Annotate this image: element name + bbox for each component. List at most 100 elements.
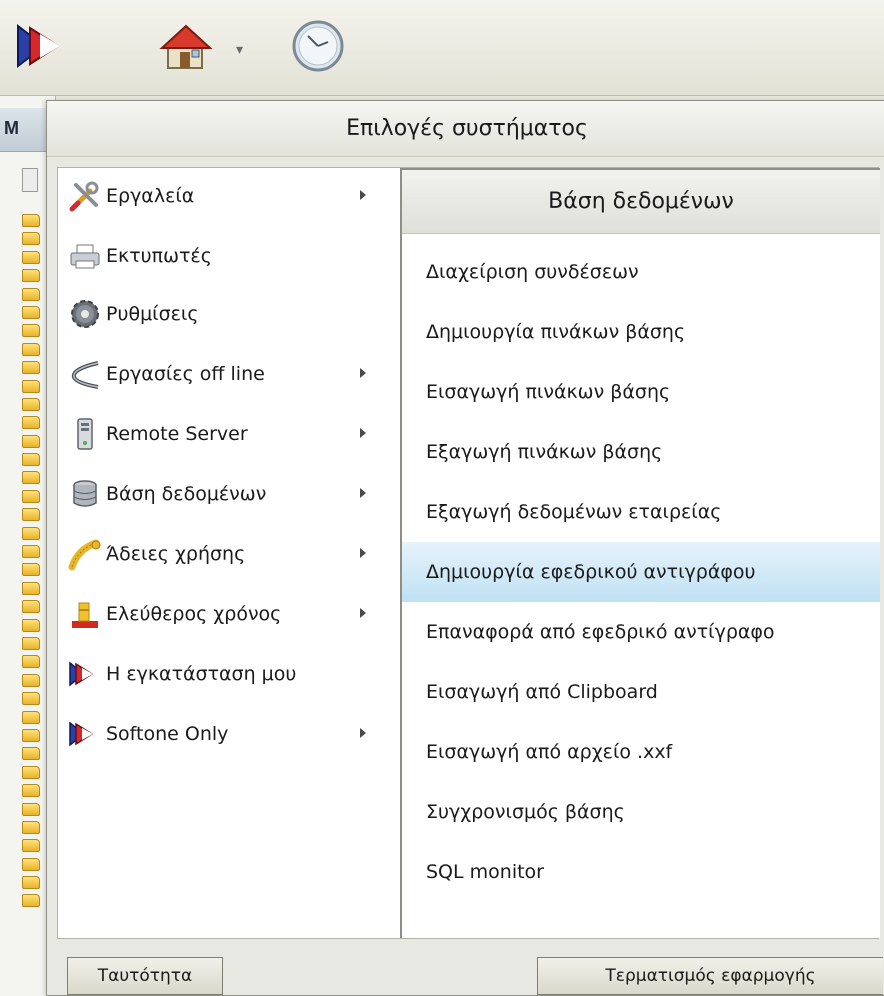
- server-icon: [68, 417, 102, 451]
- document-icon: [22, 168, 38, 192]
- folder-icon[interactable]: [22, 673, 40, 687]
- folder-icon[interactable]: [22, 214, 40, 227]
- menu-item-label: Ρυθμίσεις: [106, 303, 199, 325]
- folder-icon[interactable]: [22, 784, 40, 798]
- folder-icon[interactable]: [22, 453, 40, 467]
- menu-item-label: Εκτυπωτές: [106, 245, 212, 267]
- folder-icon[interactable]: [22, 765, 40, 779]
- menu-item-free-time[interactable]: Ελεύθερος χρόνος: [68, 586, 398, 642]
- folder-icon[interactable]: [22, 636, 40, 650]
- submenu-item-import-tables[interactable]: Εισαγωγή πινάκων βάσης: [402, 362, 880, 422]
- submenu-item-sync-database[interactable]: Συγχρονισμός βάσης: [402, 782, 880, 842]
- menu-item-licenses[interactable]: Άδειες χρήσης: [68, 526, 398, 582]
- folder-icon[interactable]: [22, 820, 40, 834]
- folder-icon[interactable]: [22, 728, 40, 742]
- folder-icon[interactable]: [22, 802, 40, 816]
- submenu-item-create-backup[interactable]: Δημιουργία εφεδρικού αντιγράφου: [402, 542, 880, 602]
- submenu-item-export-company-data[interactable]: Εξαγωγή δεδομένων εταιρείας: [402, 482, 880, 542]
- menu-item-printers[interactable]: Εκτυπωτές: [68, 228, 398, 284]
- app-window: ▾ M Επιλογές συστήματος Εργαλεία Εκτυπωτ…: [0, 0, 884, 996]
- folder-icon[interactable]: [22, 434, 40, 448]
- folder-icon[interactable]: [22, 563, 40, 577]
- menu-item-label: Εργασίες off line: [106, 363, 265, 385]
- softone-logo-icon: [68, 717, 102, 751]
- database-submenu: Βάση δεδομένων Διαχείριση συνδέσεων Δημι…: [400, 168, 880, 938]
- menu-item-label: Η εγκατάσταση μου: [106, 663, 297, 685]
- submenu-item-manage-connections[interactable]: Διαχείριση συνδέσεων: [402, 242, 880, 302]
- submenu-item-create-tables[interactable]: Δημιουργία πινάκων βάσης: [402, 302, 880, 362]
- tools-icon: [68, 179, 102, 213]
- submenu-item-restore-backup[interactable]: Επαναφορά από εφεδρικό αντίγραφο: [402, 602, 880, 662]
- menu-item-tools[interactable]: Εργαλεία: [68, 168, 398, 224]
- folder-icon[interactable]: [22, 361, 40, 375]
- left-panel-header-label: M: [4, 118, 19, 138]
- menu-item-label: Ελεύθερος χρόνος: [106, 603, 282, 625]
- folder-icon[interactable]: [22, 232, 40, 246]
- menu-item-label: Softone Only: [106, 723, 229, 745]
- exit-application-button[interactable]: Τερματισμός εφαρμογής: [537, 957, 883, 995]
- folder-icon[interactable]: [22, 857, 40, 871]
- popup-title: Επιλογές συστήματος: [47, 101, 884, 157]
- submenu-item-sql-monitor[interactable]: SQL monitor: [402, 842, 880, 902]
- menu-item-label: Βάση δεδομένων: [106, 483, 267, 505]
- folder-icon[interactable]: [22, 692, 40, 706]
- submenu-arrow-icon: [360, 190, 366, 200]
- menu-item-remote-server[interactable]: Remote Server: [68, 406, 398, 462]
- dropdown-chevron-icon[interactable]: ▾: [236, 42, 243, 58]
- softone-logo-icon: [68, 657, 102, 691]
- gear-icon: [68, 297, 102, 331]
- folder-icon[interactable]: [22, 379, 40, 393]
- folder-icon[interactable]: [22, 416, 40, 430]
- folder-icon[interactable]: [22, 526, 40, 540]
- folder-icon[interactable]: [22, 894, 40, 908]
- offline-cable-icon: [68, 357, 102, 391]
- license-tape-icon: [68, 537, 102, 571]
- submenu-arrow-icon: [360, 488, 366, 498]
- menu-item-softone-only[interactable]: Softone Only: [68, 706, 398, 762]
- submenu-title: Βάση δεδομένων: [402, 170, 880, 234]
- home-icon[interactable]: [154, 14, 218, 78]
- menu-item-label: Άδειες χρήσης: [106, 543, 246, 565]
- printer-icon: [68, 239, 102, 273]
- folder-icon[interactable]: [22, 600, 40, 614]
- folder-icon[interactable]: [22, 471, 40, 485]
- softone-logo-icon[interactable]: [14, 14, 78, 78]
- menu-item-settings[interactable]: Ρυθμίσεις: [68, 286, 398, 342]
- submenu-item-import-xxf[interactable]: Εισαγωγή από αρχείο .xxf: [402, 722, 880, 782]
- folder-icon[interactable]: [22, 876, 40, 890]
- top-toolbar: ▾: [0, 0, 884, 96]
- folder-icon[interactable]: [22, 710, 40, 724]
- submenu-arrow-icon: [360, 548, 366, 558]
- system-options-popup: Επιλογές συστήματος Εργαλεία Εκτυπωτές Ρ…: [46, 100, 884, 996]
- folder-icon[interactable]: [22, 250, 40, 264]
- folder-icon[interactable]: [22, 269, 40, 283]
- menu-item-offline-tasks[interactable]: Εργασίες off line: [68, 346, 398, 402]
- popup-content: Εργαλεία Εκτυπωτές Ρυθμίσεις Εργασίες of…: [57, 167, 880, 939]
- free-time-icon: [68, 597, 102, 631]
- folder-icon[interactable]: [22, 655, 40, 669]
- menu-item-label: Εργαλεία: [106, 185, 195, 207]
- database-icon: [68, 477, 102, 511]
- identity-button[interactable]: Ταυτότητα: [67, 957, 223, 995]
- clock-icon[interactable]: [286, 14, 350, 78]
- folder-icon[interactable]: [22, 397, 40, 411]
- submenu-arrow-icon: [360, 368, 366, 378]
- submenu-arrow-icon: [360, 608, 366, 618]
- folder-icon[interactable]: [22, 545, 40, 559]
- submenu-item-export-tables[interactable]: Εξαγωγή πινάκων βάσης: [402, 422, 880, 482]
- folder-icon[interactable]: [22, 305, 40, 319]
- menu-item-database[interactable]: Βάση δεδομένων: [68, 466, 398, 522]
- folder-icon[interactable]: [22, 839, 40, 853]
- folder-icon[interactable]: [22, 287, 40, 301]
- system-menu: Εργαλεία Εκτυπωτές Ρυθμίσεις Εργασίες of…: [58, 168, 398, 938]
- folder-icon[interactable]: [22, 342, 40, 356]
- menu-item-my-installation[interactable]: Η εγκατάσταση μου: [68, 646, 398, 702]
- submenu-arrow-icon: [360, 428, 366, 438]
- folder-icon[interactable]: [22, 581, 40, 595]
- folder-icon[interactable]: [22, 747, 40, 761]
- folder-icon[interactable]: [22, 324, 40, 338]
- folder-icon[interactable]: [22, 508, 40, 522]
- folder-icon[interactable]: [22, 489, 40, 503]
- folder-icon[interactable]: [22, 618, 40, 632]
- submenu-item-import-clipboard[interactable]: Εισαγωγή από Clipboard: [402, 662, 880, 722]
